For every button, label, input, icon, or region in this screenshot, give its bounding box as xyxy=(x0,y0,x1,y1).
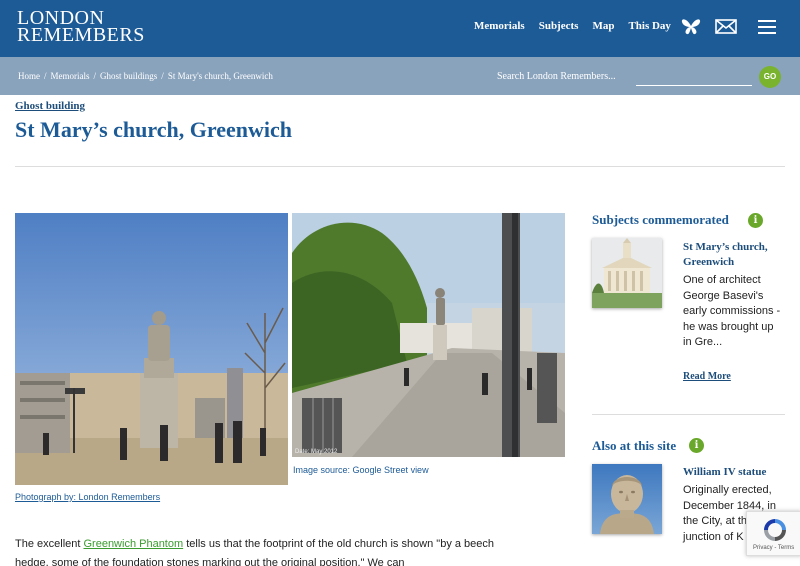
breadcrumb-bar: Home / Memorials / Ghost buildings / St Mary's… xyxy=(0,57,800,95)
search-go-button[interactable]: GO xyxy=(759,66,781,88)
photo-date-watermark: Date: May 2012 xyxy=(295,449,338,455)
nav-subjects[interactable]: Subjects xyxy=(539,20,579,32)
subject-title-link[interactable]: St Mary’s church, Greenwich xyxy=(683,240,783,270)
also-at-site-heading: Also at this site xyxy=(592,438,677,453)
also-title-link[interactable]: William IV statue xyxy=(683,465,783,480)
logo-line-2: REMEMBERS xyxy=(17,24,145,46)
nav-memorials[interactable]: Memorials xyxy=(474,20,525,32)
breadcrumb-current[interactable]: St Mary's church, Greenwich xyxy=(168,71,273,81)
breadcrumb-memorials[interactable]: Memorials xyxy=(51,71,90,81)
breadcrumb-separator: / xyxy=(161,71,164,81)
search-input-underline xyxy=(636,85,752,86)
william-iv-thumbnail[interactable] xyxy=(592,464,662,534)
recaptcha-badge[interactable]: Privacy - Terms xyxy=(746,511,800,556)
read-more-link[interactable]: Read More xyxy=(683,371,731,382)
sidebar-divider xyxy=(592,414,785,415)
nav-this-day[interactable]: This Day xyxy=(628,20,671,32)
site-logo[interactable]: LONDON REMEMBERS xyxy=(17,8,145,46)
subject-thumbnail[interactable] xyxy=(592,238,662,308)
recaptcha-links[interactable]: Privacy - Terms xyxy=(753,545,794,551)
subjects-heading: Subjects commemorated xyxy=(592,212,729,227)
main-nav: Memorials Subjects Map This Day xyxy=(474,20,685,32)
image-source-caption: Image source: Google Street view xyxy=(293,465,429,475)
title-divider xyxy=(15,166,785,167)
photo-credit-link[interactable]: Photograph by: London Remembers xyxy=(15,492,160,502)
page-title: St Mary’s church, Greenwich xyxy=(15,117,293,142)
breadcrumb-separator: / xyxy=(93,71,97,81)
info-icon[interactable]: i xyxy=(689,438,704,453)
breadcrumb-ghost-buildings[interactable]: Ghost buildings xyxy=(100,71,157,81)
body-text-start: The excellent xyxy=(15,538,84,550)
street-view-photo[interactable]: Date: May 2012 xyxy=(292,213,565,457)
recaptcha-icon xyxy=(764,519,786,541)
top-header: LONDON REMEMBERS Memorials Subjects Map … xyxy=(0,0,800,57)
greenwich-phantom-link[interactable]: Greenwich Phantom xyxy=(83,538,183,550)
search-input[interactable]: Search London Remembers... xyxy=(497,71,616,82)
envelope-icon[interactable] xyxy=(715,19,737,34)
hamburger-menu-icon[interactable] xyxy=(758,20,776,34)
breadcrumb: Home / Memorials / Ghost buildings / St Mary's… xyxy=(18,71,273,81)
category-link[interactable]: Ghost building xyxy=(15,100,85,112)
nav-map[interactable]: Map xyxy=(592,20,614,32)
subject-description: One of architect George Basevi's early c… xyxy=(683,274,781,348)
memorial-description: The excellent Greenwich Phantom tells us… xyxy=(15,535,495,566)
memorial-photo[interactable] xyxy=(15,213,288,485)
info-icon[interactable]: i xyxy=(748,213,763,228)
breadcrumb-home[interactable]: Home xyxy=(18,71,40,81)
breadcrumb-separator: / xyxy=(44,71,47,81)
butterfly-icon[interactable] xyxy=(680,17,702,37)
